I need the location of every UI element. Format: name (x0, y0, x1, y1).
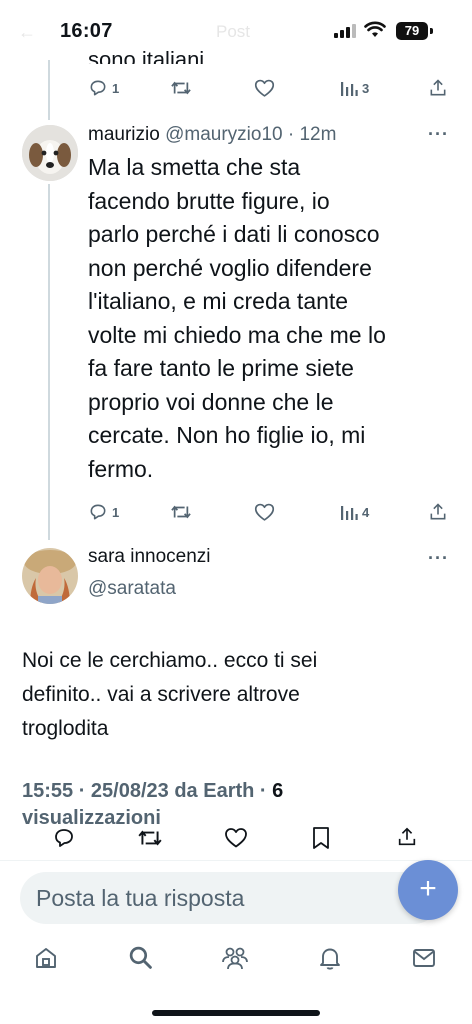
reply-icon (55, 829, 73, 847)
battery-tip (430, 28, 433, 34)
views-count: 4 (362, 504, 370, 520)
like-button[interactable] (254, 502, 275, 522)
views-icon (341, 82, 358, 96)
tweet-line: non perché voglio difendere (88, 254, 372, 281)
share-icon (430, 79, 446, 96)
share-button[interactable] (428, 502, 448, 522)
like-icon (225, 828, 247, 848)
reply-icon (90, 504, 106, 520)
retweet-button[interactable] (170, 78, 192, 98)
avatar-maurizio[interactable] (22, 125, 78, 181)
thread-line-top (48, 60, 50, 120)
home-indicator (152, 1010, 320, 1016)
like-icon (254, 79, 275, 97)
bookmark-button[interactable] (311, 826, 331, 850)
reply-button[interactable]: 1 (88, 502, 119, 522)
notifications-icon (320, 948, 340, 970)
tweet-line: definito.. vai a scrivere altrove (22, 683, 300, 706)
search-icon (129, 946, 152, 969)
retweet-icon (138, 830, 162, 846)
reply-input[interactable]: Posta la tua risposta (20, 872, 440, 924)
author-name[interactable]: sara innocenzi (88, 546, 211, 568)
like-button[interactable] (224, 826, 248, 849)
tweet-line: parlo perché i dati li conosco (88, 221, 380, 247)
tweet-line: fermo. (88, 455, 154, 482)
author-handle-time[interactable]: @mauryzio10 · 12m (165, 124, 336, 145)
back-arrow-faded[interactable]: ← (18, 22, 36, 43)
battery-indicator: 79 (396, 22, 428, 40)
tweet-meta: 15:55 · 25/08/23 da Earth · 6 visualizza… (22, 778, 452, 832)
share-icon (430, 503, 446, 520)
reply-count: 1 (112, 504, 120, 520)
header-title-faded: Post (216, 22, 251, 41)
retweet-button[interactable] (137, 826, 163, 850)
communities-icon (222, 947, 248, 970)
main-tweet-text: Noi ce le cerchiamo.. ecco ti sei defini… (22, 644, 442, 746)
reply-button[interactable] (52, 826, 76, 850)
like-button[interactable] (254, 78, 275, 98)
tweet-text-maurizio: Ma la smetta che sta facendo brutte figu… (88, 151, 448, 486)
divider (0, 860, 472, 861)
nav-home[interactable] (34, 946, 58, 975)
tweet-line: troglodita (22, 717, 109, 740)
tweet-line: fa fare tanto le prime siete (88, 355, 354, 381)
share-button[interactable] (428, 78, 448, 98)
avatar-sara[interactable] (22, 548, 78, 604)
nav-messages[interactable] (412, 948, 436, 973)
tweet-line: Noi ce le cerchiamo.. ecco ti sei (22, 649, 318, 672)
like-icon (254, 503, 275, 521)
nav-notifications[interactable] (318, 946, 342, 976)
tweet-line: Ma la smetta che sta (88, 154, 301, 180)
share-button[interactable] (396, 826, 418, 848)
retweet-icon (171, 505, 191, 519)
tweet-line: proprio voi donne che le (88, 388, 334, 415)
nav-search[interactable] (128, 945, 153, 975)
views-button[interactable]: 3 (340, 78, 369, 98)
author-handle[interactable]: @saratata (88, 578, 176, 600)
views-number: 6 (272, 780, 284, 802)
retweet-button[interactable] (170, 502, 192, 522)
tweet-line: facendo brutte figure, io (88, 187, 330, 214)
tweet-timestamp[interactable]: 15:55 · 25/08/23 da Earth · (22, 780, 272, 802)
tweet-line: volte mi chiedo ma che me lo (88, 321, 386, 348)
wifi-icon (364, 21, 386, 43)
views-count: 3 (362, 80, 370, 96)
compose-fab-plus-icon[interactable]: + (398, 860, 458, 920)
more-icon[interactable]: ··· (428, 124, 449, 145)
views-button[interactable]: 4 (340, 502, 369, 522)
share-icon (398, 827, 416, 846)
thread-line-middle (48, 184, 50, 540)
views-icon (341, 506, 358, 520)
tweet-line: cercate. Non ho figlie io, mi (88, 422, 366, 448)
more-icon[interactable]: ··· (428, 548, 449, 569)
reply-icon (90, 80, 106, 96)
nav-communities[interactable] (221, 946, 249, 975)
tweet-header-maurizio: maurizio @mauryzio10 · 12m (88, 124, 336, 146)
signal-icon (334, 24, 356, 43)
previous-tweet-text: sono italiani (88, 47, 205, 64)
messages-icon (413, 949, 435, 967)
reply-button[interactable]: 1 (88, 78, 119, 98)
home-icon (36, 948, 56, 968)
author-name[interactable]: maurizio (88, 124, 160, 145)
bookmark-icon (313, 827, 329, 849)
retweet-icon (171, 81, 191, 95)
tweet-line: l'italiano, e mi creda tante (88, 288, 349, 314)
reply-count: 1 (112, 80, 120, 96)
